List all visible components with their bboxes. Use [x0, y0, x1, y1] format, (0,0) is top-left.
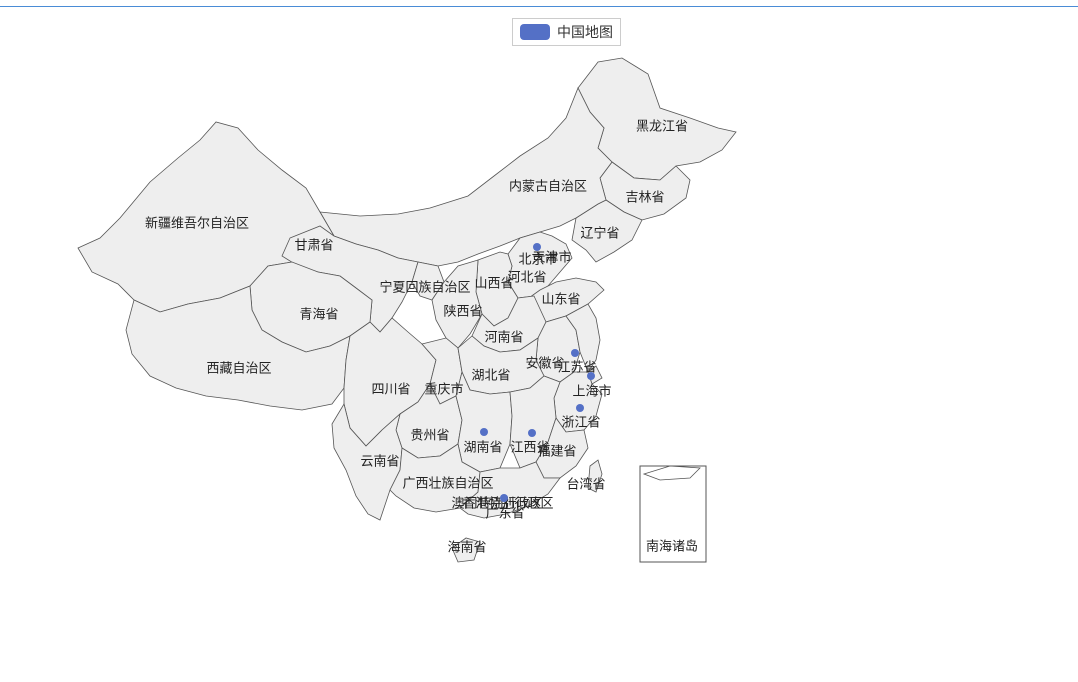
label-nanhai: 南海诸岛 [646, 539, 698, 555]
label-zhejiang: 浙江省 [561, 416, 600, 431]
label-chongqing: 重庆市 [424, 382, 463, 398]
label-xinjiang: 新疆维吾尔自治区 [145, 216, 249, 232]
dot-beijing[interactable] [533, 243, 541, 251]
province-neimenggu[interactable] [319, 87, 613, 267]
dot-jiangsu[interactable] [571, 349, 579, 357]
label-liaoning: 辽宁省 [580, 226, 619, 242]
label-hunan: 湖南省 [463, 440, 502, 456]
label-hubei: 湖北省 [471, 369, 510, 384]
dot-hunan[interactable] [480, 428, 488, 436]
label-qinghai: 青海省 [299, 308, 338, 323]
label-neimenggu: 内蒙古自治区 [509, 179, 587, 195]
label-taiwan: 台湾省 [566, 477, 605, 493]
label-fujian: 福建省 [537, 445, 576, 460]
label-hainan: 海南省 [447, 540, 486, 556]
label-jilin: 吉林省 [625, 191, 664, 206]
label-henan: 河南省 [484, 330, 523, 346]
label-shandong: 山东省 [541, 293, 580, 308]
label-gansu: 甘肃省 [294, 239, 333, 254]
label-ningxia: 宁夏回族自治区 [379, 280, 470, 296]
label-sichuan: 四川省 [371, 383, 410, 398]
label-xizang: 西藏自治区 [206, 362, 271, 377]
dot-zhejiang[interactable] [576, 404, 584, 412]
label-heilongjiang: 黑龙江省 [636, 120, 688, 135]
dot-guangdong[interactable] [500, 494, 508, 502]
label-guizhou: 贵州省 [410, 429, 449, 444]
dot-shanghai[interactable] [587, 372, 595, 380]
label-aomen: 澳门特别行政区 [451, 496, 542, 512]
label-tianjin: 天津市 [532, 250, 571, 266]
label-yunnan: 云南省 [360, 454, 399, 470]
label-shanghai: 上海市 [572, 384, 611, 400]
label-shanxi: 山西省 [474, 277, 513, 292]
china-map: 黑龙江省吉林省辽宁省内蒙古自治区新疆维吾尔自治区甘肃省北京市天津市河北省山西省宁… [77, 57, 737, 563]
dot-jiangxi[interactable] [528, 429, 536, 437]
label-shaanxi: 陕西省 [443, 305, 482, 320]
label-guangxi: 广西壮族自治区 [402, 476, 493, 492]
